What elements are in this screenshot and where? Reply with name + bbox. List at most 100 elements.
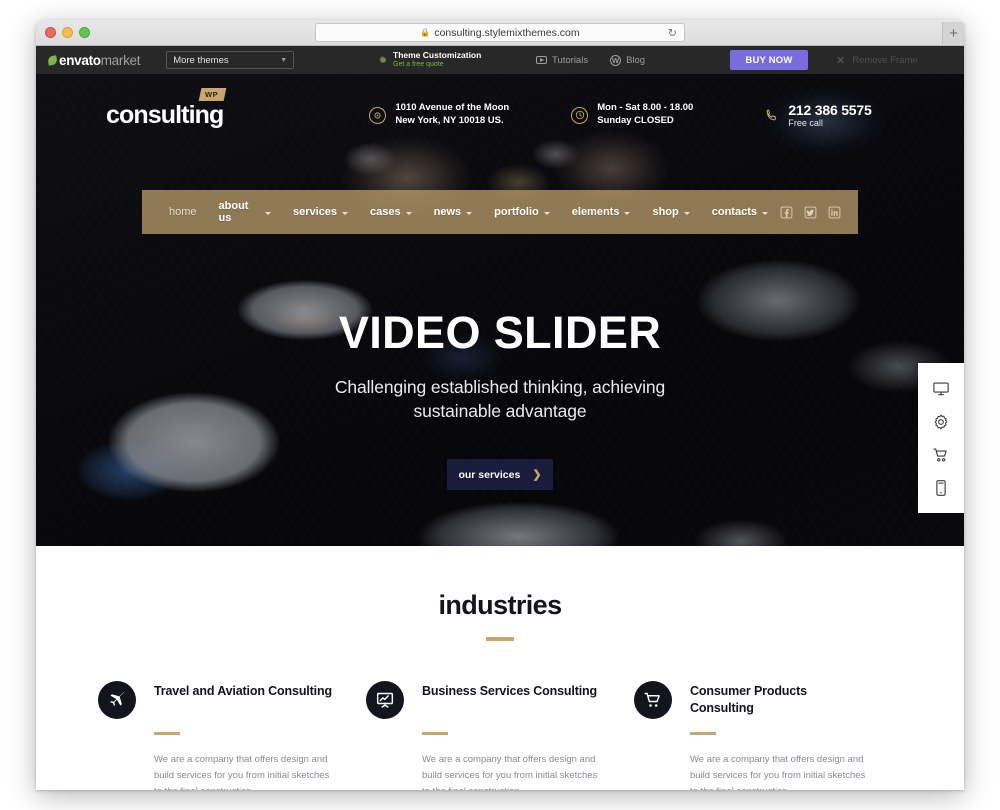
site-contact-strip: consulting WP 1010 Avenue of the Moon Ne… bbox=[36, 74, 964, 156]
nav-social-links bbox=[779, 205, 842, 220]
hours-line-2: Sunday CLOSED bbox=[597, 115, 674, 126]
remove-frame-button[interactable]: ✕ Remove Frame bbox=[836, 54, 918, 67]
envato-leaf-icon bbox=[47, 54, 58, 66]
youtube-icon bbox=[536, 56, 547, 64]
browser-window: 🔒 consulting.stylemixthemes.com ↻ + enva… bbox=[36, 20, 964, 790]
main-navigation: home about us services cases news portfo… bbox=[142, 190, 858, 234]
nav-label: shop bbox=[652, 206, 679, 218]
remove-frame-label: Remove Frame bbox=[852, 54, 918, 66]
industry-card-head: Consumer Products Consulting bbox=[634, 681, 872, 719]
lock-icon: 🔒 bbox=[420, 28, 431, 37]
new-tab-button[interactable]: + bbox=[942, 22, 964, 44]
close-icon: ✕ bbox=[836, 54, 846, 67]
nav-label: contacts bbox=[711, 206, 757, 218]
hero-subtitle: Challenging established thinking, achiev… bbox=[36, 375, 964, 423]
close-window-button[interactable] bbox=[45, 27, 56, 38]
address-bar-url: consulting.stylemixthemes.com bbox=[434, 26, 580, 39]
envato-market-bar: envato market More themes ▼ Theme Custom… bbox=[36, 46, 964, 74]
chevron-down-icon bbox=[342, 211, 349, 215]
industry-card-underline bbox=[690, 732, 716, 735]
reload-icon[interactable]: ↻ bbox=[668, 26, 677, 39]
nav-items: home about us services cases news portfo… bbox=[158, 200, 779, 224]
browser-titlebar: 🔒 consulting.stylemixthemes.com ↻ + bbox=[36, 20, 964, 46]
phone-number: 212 386 5575 bbox=[788, 101, 872, 118]
nav-label: portfolio bbox=[494, 206, 539, 218]
envato-links: Tutorials W Blog bbox=[536, 54, 646, 66]
more-themes-select[interactable]: More themes ▼ bbox=[166, 51, 295, 69]
maximize-window-button[interactable] bbox=[79, 27, 90, 38]
gear-icon bbox=[379, 56, 387, 64]
wordpress-icon: W bbox=[610, 54, 622, 66]
nav-item-contacts[interactable]: contacts bbox=[701, 206, 779, 218]
site-logo[interactable]: consulting WP bbox=[106, 87, 227, 129]
mobile-icon[interactable] bbox=[932, 478, 951, 497]
address-line-2: New York, NY 10018 US. bbox=[395, 115, 504, 126]
theme-customization-title: Theme Customization bbox=[393, 50, 482, 61]
chevron-down-icon bbox=[762, 211, 768, 215]
envato-logo-part1: envato bbox=[59, 52, 101, 68]
tutorials-link[interactable]: Tutorials bbox=[536, 55, 588, 66]
industry-card[interactable]: Travel and Aviation Consulting We are a … bbox=[98, 681, 366, 790]
address-bar[interactable]: 🔒 consulting.stylemixthemes.com ↻ bbox=[315, 23, 685, 42]
chevron-down-icon bbox=[265, 211, 271, 215]
hero-subtitle-line-2: sustainable advantage bbox=[413, 401, 587, 422]
nav-item-portfolio[interactable]: portfolio bbox=[483, 206, 561, 218]
site-logo-text: consulting bbox=[106, 100, 224, 129]
location-pin-icon bbox=[369, 106, 387, 124]
gear-icon[interactable] bbox=[932, 412, 951, 431]
chevron-down-icon bbox=[683, 211, 690, 215]
nav-label: home bbox=[169, 206, 197, 218]
chevron-right-icon: ❯ bbox=[532, 469, 542, 482]
linkedin-icon[interactable] bbox=[827, 205, 842, 220]
hero-content: VIDEO SLIDER Challenging established thi… bbox=[36, 310, 964, 491]
facebook-icon[interactable] bbox=[779, 205, 794, 220]
nav-item-news[interactable]: news bbox=[423, 206, 484, 218]
chevron-down-icon bbox=[543, 211, 550, 215]
minimize-window-button[interactable] bbox=[62, 27, 73, 38]
industry-card-description: We are a company that offers design and … bbox=[422, 754, 598, 790]
industry-card-underline bbox=[154, 732, 180, 735]
clock-icon bbox=[571, 106, 589, 124]
nav-label: services bbox=[293, 206, 338, 218]
chevron-down-icon bbox=[624, 211, 631, 215]
theme-customization-promo[interactable]: Theme Customization Get a free quote bbox=[378, 50, 482, 69]
blog-link[interactable]: W Blog bbox=[610, 54, 646, 66]
nav-item-about-us[interactable]: about us bbox=[208, 200, 282, 224]
floating-preview-panel bbox=[918, 363, 964, 513]
blog-label: Blog bbox=[626, 54, 646, 66]
phone-icon bbox=[763, 107, 779, 124]
industry-card[interactable]: Business Services Consulting We are a co… bbox=[366, 681, 634, 790]
window-controls bbox=[45, 27, 90, 38]
twitter-icon[interactable] bbox=[803, 205, 818, 220]
industries-section: industries Travel and Aviation Consultin… bbox=[36, 546, 964, 790]
envato-market-logo[interactable]: envato market bbox=[47, 52, 141, 68]
industry-card-underline bbox=[422, 732, 448, 735]
nav-label: about us bbox=[218, 200, 249, 224]
page-title: industries bbox=[438, 590, 562, 620]
phone-subtitle: Free call bbox=[788, 118, 823, 129]
our-services-label: our services bbox=[458, 468, 521, 481]
industry-card-title: Travel and Aviation Consulting bbox=[154, 684, 332, 698]
industry-card[interactable]: Consumer Products Consulting We are a co… bbox=[634, 681, 902, 790]
nav-item-elements[interactable]: elements bbox=[561, 206, 642, 218]
cart-icon[interactable] bbox=[932, 445, 951, 464]
contact-phone[interactable]: 212 386 5575 Free call bbox=[763, 101, 872, 129]
monitor-icon[interactable] bbox=[932, 379, 951, 398]
chevron-down-icon: ▼ bbox=[280, 56, 288, 64]
industry-card-head: Business Services Consulting bbox=[366, 681, 604, 719]
industry-card-head: Travel and Aviation Consulting bbox=[98, 681, 336, 719]
nav-item-shop[interactable]: shop bbox=[641, 206, 700, 218]
nav-label: cases bbox=[370, 206, 401, 218]
nav-item-cases[interactable]: cases bbox=[359, 206, 423, 218]
hours-line-1: Mon - Sat 8.00 - 18.00 bbox=[597, 102, 694, 114]
theme-customization-subtitle: Get a free quote bbox=[393, 60, 444, 68]
more-themes-select-value: More themes bbox=[173, 54, 229, 66]
buy-now-button[interactable]: BUY NOW bbox=[730, 50, 808, 70]
nav-item-home[interactable]: home bbox=[158, 206, 208, 218]
industry-card-title: Consumer Products Consulting bbox=[690, 684, 807, 715]
contact-hours: Mon - Sat 8.00 - 18.00 Sunday CLOSED bbox=[571, 102, 693, 128]
nav-item-services[interactable]: services bbox=[282, 206, 359, 218]
chevron-down-icon bbox=[405, 211, 412, 215]
our-services-button[interactable]: our services ❯ bbox=[447, 459, 553, 491]
envato-logo-part2: market bbox=[100, 52, 141, 68]
